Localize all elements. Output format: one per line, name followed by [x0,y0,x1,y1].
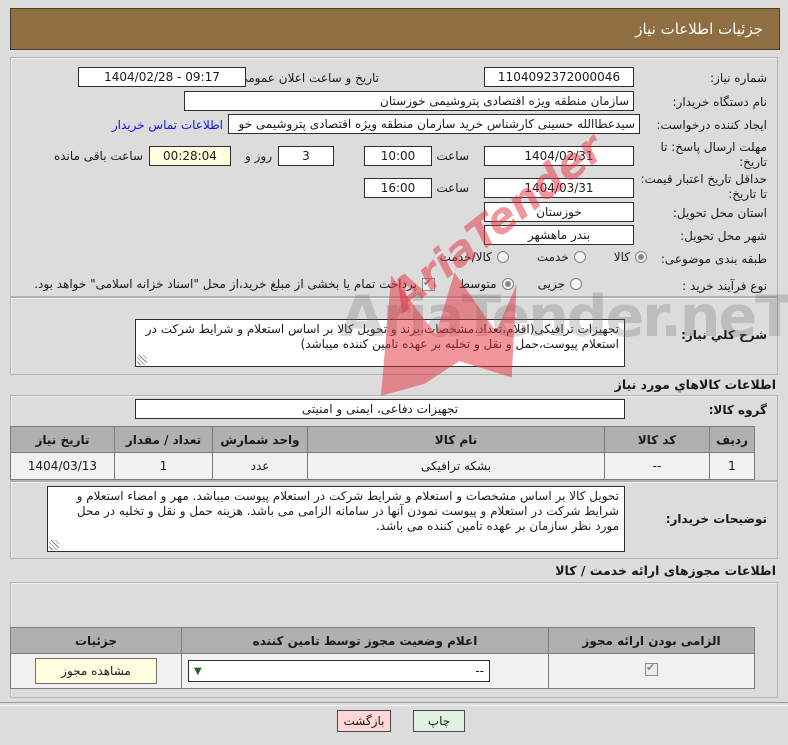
goods-cell-qty: 1 [115,453,213,480]
license-required-checkbox[interactable] [645,663,658,676]
countdown-label: ساعت باقی مانده [54,149,143,163]
process-option-partial: جزیی [538,277,582,291]
price-validity-time-field[interactable]: 16:00 [364,178,432,198]
deadline-hour-label: ساعت [436,149,469,163]
classification-options: کالا خدمت کالا/خدمت [440,250,647,264]
days-and-label: روز و [245,149,272,163]
resize-grip-icon[interactable] [49,540,59,550]
goods-group-label: گروه کالا: [709,403,767,417]
price-validity-label: حداقل تاریخ اعتبار قیمت: تا تاریخ: [637,172,767,202]
need-details-page: جزئیات اطلاعات نیاز شماره نیاز: 11040923… [0,0,788,745]
need-number-field[interactable]: 1104092372000046 [484,67,634,87]
need-description-panel: شرح کلي نیاز: تجهیزات ترافیکی(اقلام،تعدا… [10,297,778,375]
countdown-field: 00:28:04 [149,146,231,166]
announce-datetime-label: تاریخ و ساعت اعلان عمومی: [234,71,379,85]
goods-cell-code: -- [605,453,710,480]
license-header-required: الزامی بودن ارائه مجوز [549,628,755,654]
announce-datetime-field[interactable]: 1404/02/28 - 09:17 [78,67,246,87]
goods-cell-need-date: 1404/03/13 [11,453,115,480]
license-cell-required [549,654,755,689]
license-status-value: -- [475,664,484,678]
back-button[interactable]: بازگشت [337,710,391,732]
goods-cell-row-no: 1 [710,453,755,480]
goods-header-qty: تعداد / مقدار [115,427,213,453]
title-bar: جزئیات اطلاعات نیاز [10,8,780,50]
process-option-medium: متوسط [459,277,514,291]
goods-cell-unit: عدد [213,453,308,480]
radio-medium-label: متوسط [459,277,497,291]
radio-service-label: خدمت [537,250,569,264]
license-table-row: -- ▼ مشاهده مجوز [11,654,755,689]
creator-field[interactable]: سیدعطاالله حسینی کارشناس خرید سازمان منط… [228,114,640,134]
radio-partial-icon[interactable] [570,278,582,290]
buyer-notes-textarea[interactable]: تحویل کالا بر اساس مشخصات و استعلام و شر… [47,486,625,552]
goods-header-name: نام کالا [308,427,605,453]
deadline-time-field[interactable]: 10:00 [364,146,432,166]
license-cell-details: مشاهده مجوز [11,654,182,689]
need-description-label: شرح کلي نیاز: [681,328,767,342]
license-header-details: جزئیات [11,628,182,654]
license-header-status: اعلام وضعیت مجوز توسط تامین کننده [182,628,549,654]
radio-goods-icon[interactable] [635,251,647,263]
page-title: جزئیات اطلاعات نیاز [635,20,779,38]
province-label: استان محل تحویل: [673,206,767,220]
main-form-panel: شماره نیاز: 1104092372000046 تاریخ و ساع… [10,57,778,297]
goods-header-code: کد کالا [605,427,710,453]
process-type-label: نوع فرآیند خرید : [682,279,767,293]
view-license-button[interactable]: مشاهده مجوز [35,658,157,684]
goods-table: ردیف کد کالا نام کالا واحد شمارش تعداد /… [10,426,755,480]
goods-header-unit: واحد شمارش [213,427,308,453]
goods-header-need-date: تاریخ نیاز [11,427,115,453]
need-description-textarea[interactable]: تجهیزات ترافیکی(اقلام،تعداد،مشخصات،برند … [135,319,625,367]
license-table-header-row: الزامی بودن ارائه مجوز اعلام وضعیت مجوز … [11,628,755,654]
chevron-down-icon: ▼ [194,666,202,677]
radio-goods-service-icon[interactable] [497,251,509,263]
classification-option-service: خدمت [537,250,586,264]
treasury-checkbox[interactable] [422,278,435,291]
city-field[interactable]: بندر ماهشهر [484,225,634,245]
buyer-org-field[interactable]: سازمان منطقه ویژه اقتصادی پتروشیمی خوزست… [184,91,634,111]
license-section-title: اطلاعات مجوزهای ارائه خدمت / کالا [555,563,776,578]
process-type-options: جزیی متوسط پرداخت تمام یا بخشی از مبلغ خ… [34,277,582,291]
treasury-note-label: پرداخت تمام یا بخشی از مبلغ خرید،از محل … [34,277,417,291]
goods-header-row-no: ردیف [710,427,755,453]
classification-label: طبقه بندی موضوعی: [661,252,767,266]
classification-option-goods: کالا [614,250,647,264]
license-panel: الزامی بودن ارائه مجوز اعلام وضعیت مجوز … [10,582,778,698]
buyer-notes-label: توضیحات خریدار: [666,512,767,526]
license-table: الزامی بودن ارائه مجوز اعلام وضعیت مجوز … [10,627,755,689]
print-button[interactable]: چاپ [413,710,465,732]
footer-separator [0,702,788,706]
radio-goods-label: کالا [614,250,630,264]
goods-cell-name: بشکه ترافیکی [308,453,605,480]
treasury-note-option: پرداخت تمام یا بخشی از مبلغ خرید،از محل … [34,277,435,291]
creator-label: ایجاد کننده درخواست: [656,118,767,132]
buyer-contact-link[interactable]: اطلاعات تماس خریدار [112,118,223,132]
need-number-label: شماره نیاز: [710,71,767,85]
price-validity-hour-label: ساعت [436,181,469,195]
goods-table-row: 1 -- بشکه ترافیکی عدد 1 1404/03/13 [11,453,755,480]
radio-partial-label: جزیی [538,277,565,291]
deadline-label: مهلت ارسال پاسخ: تا تاریخ: [637,140,767,170]
buyer-notes-panel: توضیحات خریدار: تحویل کالا بر اساس مشخصا… [10,481,778,559]
goods-table-header-row: ردیف کد کالا نام کالا واحد شمارش تعداد /… [11,427,755,453]
radio-medium-icon[interactable] [502,278,514,290]
radio-goods-service-label: کالا/خدمت [440,250,492,264]
buyer-notes-text: تحویل کالا بر اساس مشخصات و استعلام و شر… [77,489,619,533]
goods-panel: گروه کالا: تجهیزات دفاعی، ایمنی و امنیتی… [10,395,778,481]
need-description-text: تجهیزات ترافیکی(اقلام،تعداد،مشخصات،برند … [146,322,619,351]
license-cell-status: -- ▼ [182,654,549,689]
deadline-days-field[interactable]: 3 [278,146,334,166]
deadline-date-field[interactable]: 1404/02/31 [484,146,634,166]
goods-group-field[interactable]: تجهیزات دفاعی، ایمنی و امنیتی [135,399,625,419]
province-field[interactable]: خوزستان [484,202,634,222]
goods-section-title: اطلاعات کالاهاي مورد نیاز [615,377,776,392]
classification-option-goods-service: کالا/خدمت [440,250,509,264]
price-validity-date-field[interactable]: 1404/03/31 [484,178,634,198]
radio-service-icon[interactable] [574,251,586,263]
resize-grip-icon[interactable] [137,355,147,365]
license-status-select[interactable]: -- ▼ [188,660,490,682]
buyer-org-label: نام دستگاه خریدار: [673,95,768,109]
city-label: شهر محل تحویل: [680,229,767,243]
